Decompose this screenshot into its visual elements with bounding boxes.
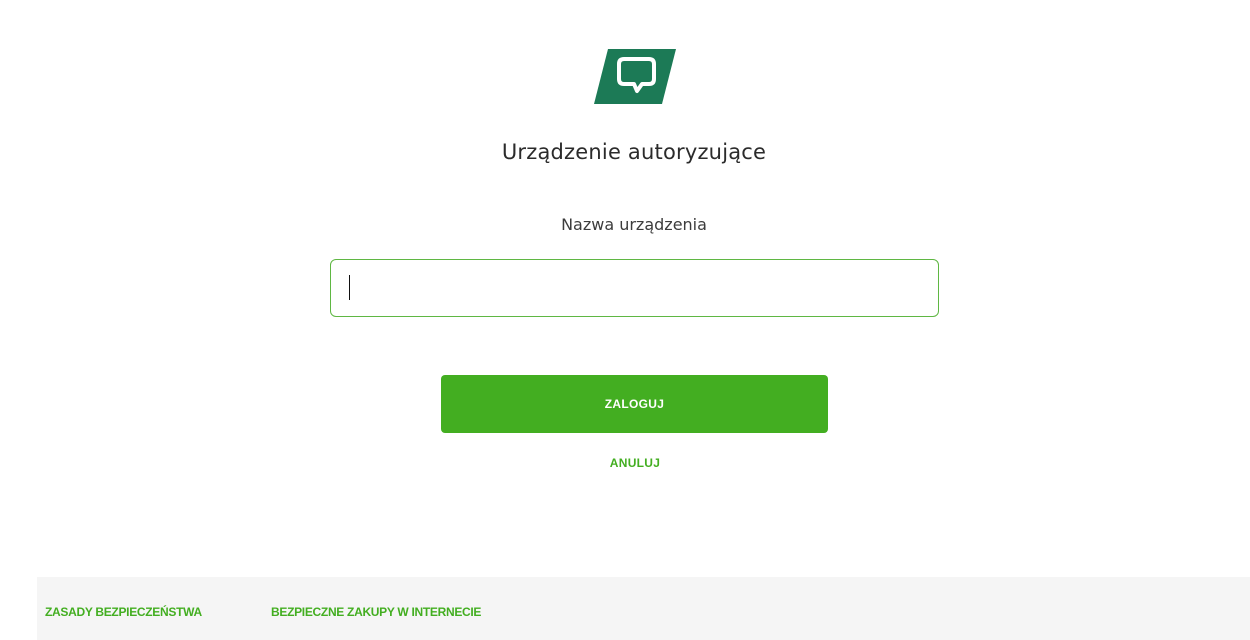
device-name-input[interactable] [331, 260, 938, 316]
text-cursor [349, 275, 350, 300]
device-name-field-box[interactable] [330, 259, 939, 317]
login-page: Urządzenie autoryzujące Nazwa urządzenia… [0, 0, 1250, 640]
login-button[interactable]: ZALOGUJ [441, 375, 828, 433]
footer-link-safe-shopping[interactable]: BEZPIECZNE ZAKUPY W INTERNECIE [271, 605, 481, 619]
footer: ZASADY BEZPIECZEŃSTWA BEZPIECZNE ZAKUPY … [37, 577, 1250, 640]
device-name-label: Nazwa urządzenia [561, 215, 707, 234]
cancel-link-row: ANULUJ [0, 456, 1250, 470]
bank-logo-icon [594, 49, 676, 104]
page-title: Urządzenie autoryzujące [501, 140, 767, 164]
cancel-link[interactable]: ANULUJ [610, 456, 660, 470]
footer-link-security-rules[interactable]: ZASADY BEZPIECZEŃSTWA [45, 605, 202, 619]
